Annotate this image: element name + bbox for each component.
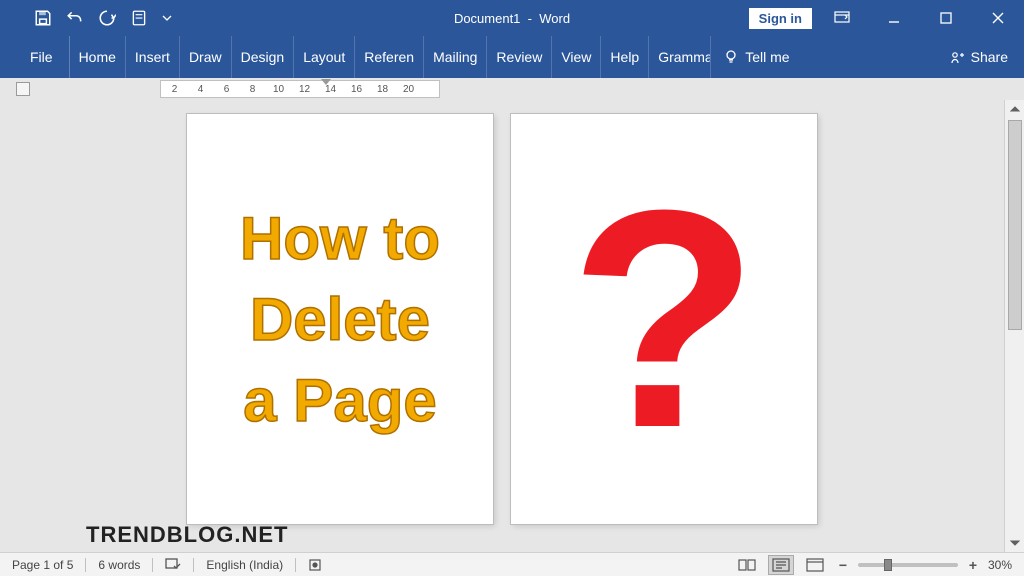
maximize-button[interactable] bbox=[924, 0, 968, 36]
ruler-marks: 2 4 6 8 10 12 14 16 18 20 bbox=[167, 84, 416, 95]
ruler-corner[interactable] bbox=[16, 82, 30, 96]
status-bar: Page 1 of 5 6 words English (India) − bbox=[0, 552, 1024, 576]
question-mark-glyph[interactable]: ? bbox=[569, 187, 758, 451]
tab-grammar[interactable]: Gramma bbox=[649, 36, 711, 78]
macro-icon[interactable] bbox=[296, 553, 334, 576]
zoom-out-button[interactable]: − bbox=[836, 557, 850, 573]
title-right-controls: Sign in bbox=[749, 0, 1024, 36]
save-icon[interactable] bbox=[34, 9, 52, 27]
signin-button[interactable]: Sign in bbox=[749, 8, 812, 29]
title-bar: Document1 - Word Sign in bbox=[0, 0, 1024, 36]
tab-mailings[interactable]: Mailing bbox=[424, 36, 487, 78]
spellcheck-icon[interactable] bbox=[153, 553, 193, 576]
horizontal-ruler[interactable]: 2 4 6 8 10 12 14 16 18 20 bbox=[160, 80, 440, 98]
status-right: − + 30% bbox=[734, 555, 1024, 575]
page1-line3: a Page bbox=[240, 369, 440, 432]
chevron-down-icon[interactable] bbox=[162, 9, 172, 27]
page-1[interactable]: How to Delete a Page bbox=[187, 114, 493, 524]
share-button[interactable]: Share bbox=[933, 36, 1024, 78]
vertical-scrollbar[interactable] bbox=[1004, 100, 1024, 552]
quick-access-toolbar bbox=[0, 9, 172, 27]
word-count[interactable]: 6 words bbox=[86, 553, 152, 576]
word-app-window: Document1 - Word Sign in File Home Inser… bbox=[0, 0, 1024, 576]
ribbon-display-options-icon[interactable] bbox=[820, 0, 864, 36]
tab-draw[interactable]: Draw bbox=[180, 36, 232, 78]
zoom-slider-thumb[interactable] bbox=[884, 559, 892, 571]
zoom-level[interactable]: 30% bbox=[988, 558, 1012, 572]
scroll-up-icon[interactable] bbox=[1005, 100, 1024, 118]
page-count[interactable]: Page 1 of 5 bbox=[0, 553, 85, 576]
language-status[interactable]: English (India) bbox=[194, 553, 295, 576]
tab-review[interactable]: Review bbox=[487, 36, 552, 78]
watermark-text: TRENDBLOG.NET bbox=[86, 522, 288, 548]
tab-references[interactable]: Referen bbox=[355, 36, 424, 78]
tab-help[interactable]: Help bbox=[601, 36, 649, 78]
ruler-area: 2 4 6 8 10 12 14 16 18 20 bbox=[0, 78, 1024, 100]
redo-icon[interactable] bbox=[98, 9, 116, 27]
tab-layout[interactable]: Layout bbox=[294, 36, 355, 78]
page1-line1: How to bbox=[240, 207, 440, 270]
tab-view[interactable]: View bbox=[552, 36, 601, 78]
page-2[interactable]: ? bbox=[511, 114, 817, 524]
close-button[interactable] bbox=[976, 0, 1020, 36]
zoom-in-button[interactable]: + bbox=[966, 557, 980, 573]
undo-icon[interactable] bbox=[66, 9, 84, 27]
read-mode-button[interactable] bbox=[734, 555, 760, 575]
print-layout-button[interactable] bbox=[768, 555, 794, 575]
app-name: Word bbox=[539, 11, 570, 26]
minimize-button[interactable] bbox=[872, 0, 916, 36]
page1-text[interactable]: How to Delete a Page bbox=[240, 189, 440, 450]
tell-me-label: Tell me bbox=[745, 49, 789, 65]
tab-home[interactable]: Home bbox=[70, 36, 126, 78]
tab-insert[interactable]: Insert bbox=[126, 36, 180, 78]
web-layout-button[interactable] bbox=[802, 555, 828, 575]
tab-file[interactable]: File bbox=[14, 36, 70, 78]
share-label: Share bbox=[971, 49, 1008, 65]
tell-me-search[interactable]: Tell me bbox=[711, 36, 801, 78]
ribbon-tabs: File Home Insert Draw Design Layout Refe… bbox=[0, 36, 1024, 78]
tab-design[interactable]: Design bbox=[232, 36, 295, 78]
page1-line2: Delete bbox=[240, 288, 440, 351]
zoom-slider[interactable] bbox=[858, 563, 958, 567]
scroll-down-icon[interactable] bbox=[1005, 534, 1024, 552]
doc-name: Document1 bbox=[454, 11, 520, 26]
document-area[interactable]: How to Delete a Page ? bbox=[0, 100, 1004, 552]
qat-customize-icon[interactable] bbox=[130, 9, 148, 27]
scroll-thumb[interactable] bbox=[1008, 120, 1022, 330]
